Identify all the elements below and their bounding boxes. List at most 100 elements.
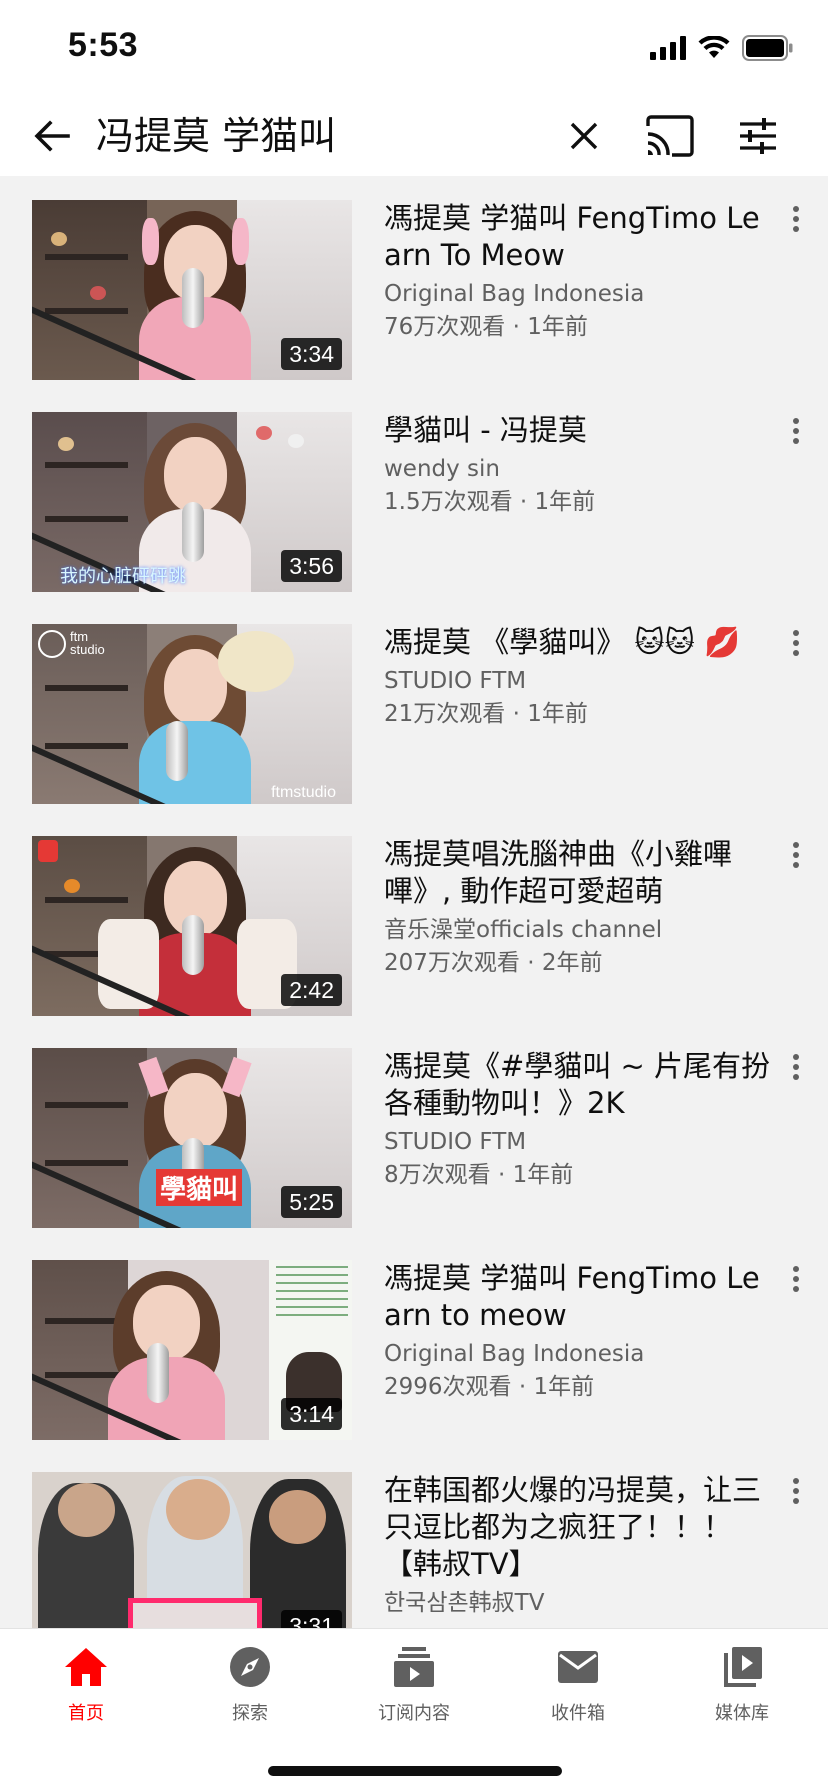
video-thumbnail[interactable]: 我的心脏砰砰跳 3:56 xyxy=(32,412,352,592)
nav-subscriptions[interactable]: 订阅内容 xyxy=(354,1643,474,1743)
more-options-button[interactable] xyxy=(782,1474,810,1514)
video-meta: 2996次观看 · 1年前 xyxy=(384,1374,595,1400)
channel-name: wendy sin xyxy=(384,456,501,482)
more-vert-icon xyxy=(782,1054,810,1080)
video-result[interactable]: 3:34 馮提莫 学猫叫 FengTimo Learn To Meow Orig… xyxy=(0,176,828,388)
video-thumbnail[interactable]: 3:14 xyxy=(32,1260,352,1440)
back-button[interactable] xyxy=(28,112,76,160)
video-result[interactable]: 2:42 馮提莫唱洗腦神曲《小雞嗶嗶》, 動作超可愛超萌 音乐澡堂officia… xyxy=(0,812,828,1024)
video-result[interactable]: 學貓叫 5:25 馮提莫《#學貓叫 ~ 片尾有扮各種動物叫！》2K STUDIO… xyxy=(0,1024,828,1236)
video-meta: 8万次观看 · 1年前 xyxy=(384,1162,574,1188)
nav-home[interactable]: 首页 xyxy=(26,1643,146,1743)
nav-library[interactable]: 媒体库 xyxy=(682,1643,802,1743)
more-options-button[interactable] xyxy=(782,626,810,666)
video-result[interactable]: 3:14 馮提莫 学猫叫 FengTimo Learn to meow Orig… xyxy=(0,1236,828,1448)
video-meta: 207万次观看 · 2年前 xyxy=(384,950,603,976)
video-meta: 21万次观看 · 1年前 xyxy=(384,701,588,727)
video-duration: 3:34 xyxy=(281,338,342,370)
library-icon xyxy=(724,1647,762,1687)
status-icons xyxy=(650,34,794,62)
nav-label: 探索 xyxy=(232,1703,268,1724)
video-duration: 2:42 xyxy=(281,974,342,1006)
video-thumbnail[interactable]: 學貓叫 5:25 xyxy=(32,1048,352,1228)
channel-name: STUDIO FTM xyxy=(384,1129,527,1155)
more-vert-icon xyxy=(782,630,810,656)
video-duration: 3:14 xyxy=(281,1398,342,1430)
video-info: 馮提莫唱洗腦神曲《小雞嗶嗶》, 動作超可愛超萌 音乐澡堂officials ch… xyxy=(384,836,774,980)
battery-icon xyxy=(742,35,793,61)
channel-name: 音乐澡堂officials channel xyxy=(384,917,663,943)
video-title[interactable]: 馮提莫 学猫叫 FengTimo Learn to meow xyxy=(384,1260,774,1334)
clear-search-button[interactable] xyxy=(560,112,608,160)
explore-icon xyxy=(230,1647,270,1687)
nav-label: 订阅内容 xyxy=(378,1703,450,1724)
more-vert-icon xyxy=(782,842,810,868)
subscriptions-icon xyxy=(394,1647,434,1687)
video-meta: 76万次观看 · 1年前 xyxy=(384,314,588,340)
thumbnail-badge: ftm studio xyxy=(70,629,105,657)
thumbnail-caption: ftmstudio xyxy=(271,784,336,801)
cellular-signal-icon xyxy=(650,36,686,60)
video-thumbnail[interactable]: ftm studio ftmstudio xyxy=(32,624,352,804)
video-meta: 1.5万次观看 · 1年前 xyxy=(384,489,596,515)
search-results-list: 3:34 馮提莫 学猫叫 FengTimo Learn To Meow Orig… xyxy=(0,176,828,1628)
video-thumbnail[interactable]: 3:31 xyxy=(32,1472,352,1628)
nav-label: 收件箱 xyxy=(551,1703,605,1724)
video-duration: 3:31 xyxy=(281,1610,342,1628)
channel-name: 한국삼촌韩叔TV xyxy=(384,1590,545,1616)
status-bar: 5:53 xyxy=(0,0,828,96)
home-icon xyxy=(65,1648,107,1686)
more-vert-icon xyxy=(782,1266,810,1292)
nav-inbox[interactable]: 收件箱 xyxy=(518,1643,638,1743)
video-title[interactable]: 馮提莫唱洗腦神曲《小雞嗶嗶》, 動作超可愛超萌 xyxy=(384,836,774,910)
close-icon xyxy=(570,122,598,150)
video-title[interactable]: 在韩国都火爆的冯提莫，让三只逗比都为之疯狂了！！！【韩叔TV】 xyxy=(384,1472,774,1583)
video-info: 馮提莫 学猫叫 FengTimo Learn to meow Original … xyxy=(384,1260,774,1404)
thumbnail-caption: 我的心脏砰砰跳 xyxy=(60,566,186,586)
video-info: 在韩国都火爆的冯提莫，让三只逗比都为之疯狂了！！！【韩叔TV】 한국삼촌韩叔TV xyxy=(384,1472,774,1620)
video-info: 馮提莫 学猫叫 FengTimo Learn To Meow Original … xyxy=(384,200,774,344)
search-input[interactable]: 冯提莫 学猫叫 xyxy=(96,108,336,164)
more-options-button[interactable] xyxy=(782,838,810,878)
more-vert-icon xyxy=(782,206,810,232)
channel-name: STUDIO FTM xyxy=(384,668,527,694)
video-info: 馮提莫 《學貓叫》 🐱🐱 💋 STUDIO FTM 21万次观看 · 1年前 xyxy=(384,624,774,731)
video-title[interactable]: 馮提莫《#學貓叫 ~ 片尾有扮各種動物叫！》2K xyxy=(384,1048,774,1122)
more-options-button[interactable] xyxy=(782,202,810,242)
more-options-button[interactable] xyxy=(782,1050,810,1090)
video-duration: 3:56 xyxy=(281,550,342,582)
nav-label: 媒体库 xyxy=(715,1703,769,1724)
more-options-button[interactable] xyxy=(782,1262,810,1302)
video-info: 馮提莫《#學貓叫 ~ 片尾有扮各種動物叫！》2K STUDIO FTM 8万次观… xyxy=(384,1048,774,1192)
channel-logo-icon xyxy=(38,840,58,862)
channel-name: Original Bag Indonesia xyxy=(384,1341,645,1367)
video-result[interactable]: 我的心脏砰砰跳 3:56 學貓叫 - 冯提莫 wendy sin 1.5万次观看… xyxy=(0,388,828,600)
nav-label: 首页 xyxy=(68,1703,104,1724)
video-info: 學貓叫 - 冯提莫 wendy sin 1.5万次观看 · 1年前 xyxy=(384,412,774,519)
search-header: 冯提莫 学猫叫 xyxy=(0,96,828,176)
video-title[interactable]: 馮提莫 学猫叫 FengTimo Learn To Meow xyxy=(384,200,774,274)
nav-explore[interactable]: 探索 xyxy=(190,1643,310,1743)
video-title[interactable]: 學貓叫 - 冯提莫 xyxy=(384,412,774,449)
filter-button[interactable] xyxy=(734,112,782,160)
status-time: 5:53 xyxy=(68,26,139,64)
wifi-icon xyxy=(698,36,730,58)
more-vert-icon xyxy=(782,418,810,444)
video-title[interactable]: 馮提莫 《學貓叫》 🐱🐱 💋 xyxy=(384,624,774,661)
filter-sliders-icon xyxy=(740,118,776,154)
thumbnail-caption: 學貓叫 xyxy=(156,1169,243,1206)
inbox-icon xyxy=(558,1651,598,1683)
more-vert-icon xyxy=(782,1478,810,1504)
cast-icon xyxy=(646,115,694,157)
back-arrow-icon xyxy=(34,120,70,152)
cast-button[interactable] xyxy=(644,112,696,160)
video-thumbnail[interactable]: 2:42 xyxy=(32,836,352,1016)
video-duration: 5:25 xyxy=(281,1186,342,1218)
video-result[interactable]: ftm studio ftmstudio 馮提莫 《學貓叫》 🐱🐱 💋 STUD… xyxy=(0,600,828,812)
channel-name: Original Bag Indonesia xyxy=(384,281,645,307)
home-indicator[interactable] xyxy=(268,1766,562,1776)
video-result[interactable]: 3:31 在韩国都火爆的冯提莫，让三只逗比都为之疯狂了！！！【韩叔TV】 한국삼… xyxy=(0,1448,828,1628)
video-thumbnail[interactable]: 3:34 xyxy=(32,200,352,380)
more-options-button[interactable] xyxy=(782,414,810,454)
studio-logo-icon xyxy=(38,630,66,658)
